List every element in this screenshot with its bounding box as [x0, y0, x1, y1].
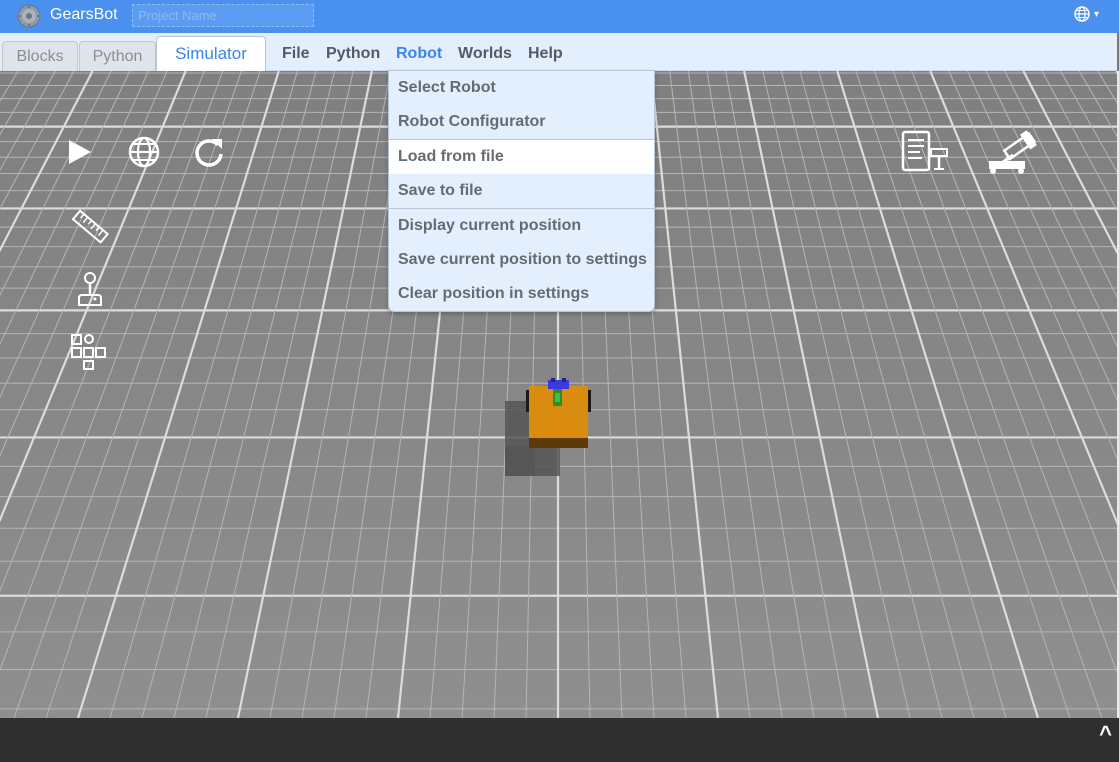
menu-item-label: Save to file: [398, 182, 483, 199]
project-name-input[interactable]: [132, 4, 314, 27]
expand-panel-button[interactable]: ^: [1099, 721, 1112, 747]
ruler-icon[interactable]: [70, 207, 110, 247]
menu-item-label: Select Robot: [398, 79, 496, 96]
robot-model: [505, 378, 591, 476]
tab-blocks[interactable]: Blocks: [2, 41, 78, 71]
blocks-icon[interactable]: [69, 333, 109, 371]
menu-worlds[interactable]: Worlds: [458, 45, 512, 63]
camera-config-icon[interactable]: [900, 129, 950, 175]
menu-item-select-robot[interactable]: Select Robot: [389, 71, 654, 105]
globe-icon: [1074, 6, 1090, 22]
menu-item-label: Load from file: [398, 148, 504, 165]
tab-python[interactable]: Python: [79, 41, 156, 71]
globe-icon[interactable]: [127, 135, 161, 169]
chevron-down-icon: ▾: [1093, 8, 1099, 20]
menu-item-save-position-to-settings[interactable]: Save current position to settings: [389, 243, 654, 277]
gear-logo-icon: [17, 4, 41, 28]
menu-robot[interactable]: Robot: [396, 45, 442, 63]
menu-item-label: Robot Configurator: [398, 113, 546, 130]
app-name: GearsBot: [50, 6, 118, 23]
menu-python[interactable]: Python: [326, 45, 380, 63]
menu-bar: Blocks Python Simulator File Python Robo…: [0, 33, 1117, 71]
menu-item-label: Save current position to settings: [398, 251, 647, 268]
tab-simulator[interactable]: Simulator: [156, 36, 266, 71]
menu-item-load-from-file[interactable]: Load from file: [389, 140, 654, 174]
title-bar: GearsBot ▾: [0, 0, 1119, 33]
menu-item-label: Clear position in settings: [398, 285, 590, 302]
robot-arm-icon[interactable]: [985, 127, 1039, 177]
play-icon[interactable]: [64, 137, 94, 167]
menu-item-clear-position[interactable]: Clear position in settings: [389, 277, 654, 311]
tab-label: Simulator: [175, 44, 247, 63]
reset-icon[interactable]: [192, 135, 226, 169]
joystick-icon[interactable]: [74, 271, 106, 309]
menu-file[interactable]: File: [282, 45, 310, 63]
menu-item-save-to-file[interactable]: Save to file: [389, 174, 654, 208]
menu-item-robot-configurator[interactable]: Robot Configurator: [389, 105, 654, 139]
robot-dropdown-menu: Select Robot Robot Configurator Load fro…: [388, 70, 655, 312]
menu-item-label: Display current position: [398, 217, 582, 234]
menu-help[interactable]: Help: [528, 45, 563, 63]
language-menu-button[interactable]: ▾: [1074, 6, 1099, 22]
menu-item-display-current-position[interactable]: Display current position: [389, 209, 654, 243]
bottom-panel-bar: ^: [0, 718, 1119, 762]
tab-label: Blocks: [16, 47, 64, 65]
tab-label: Python: [92, 47, 143, 65]
